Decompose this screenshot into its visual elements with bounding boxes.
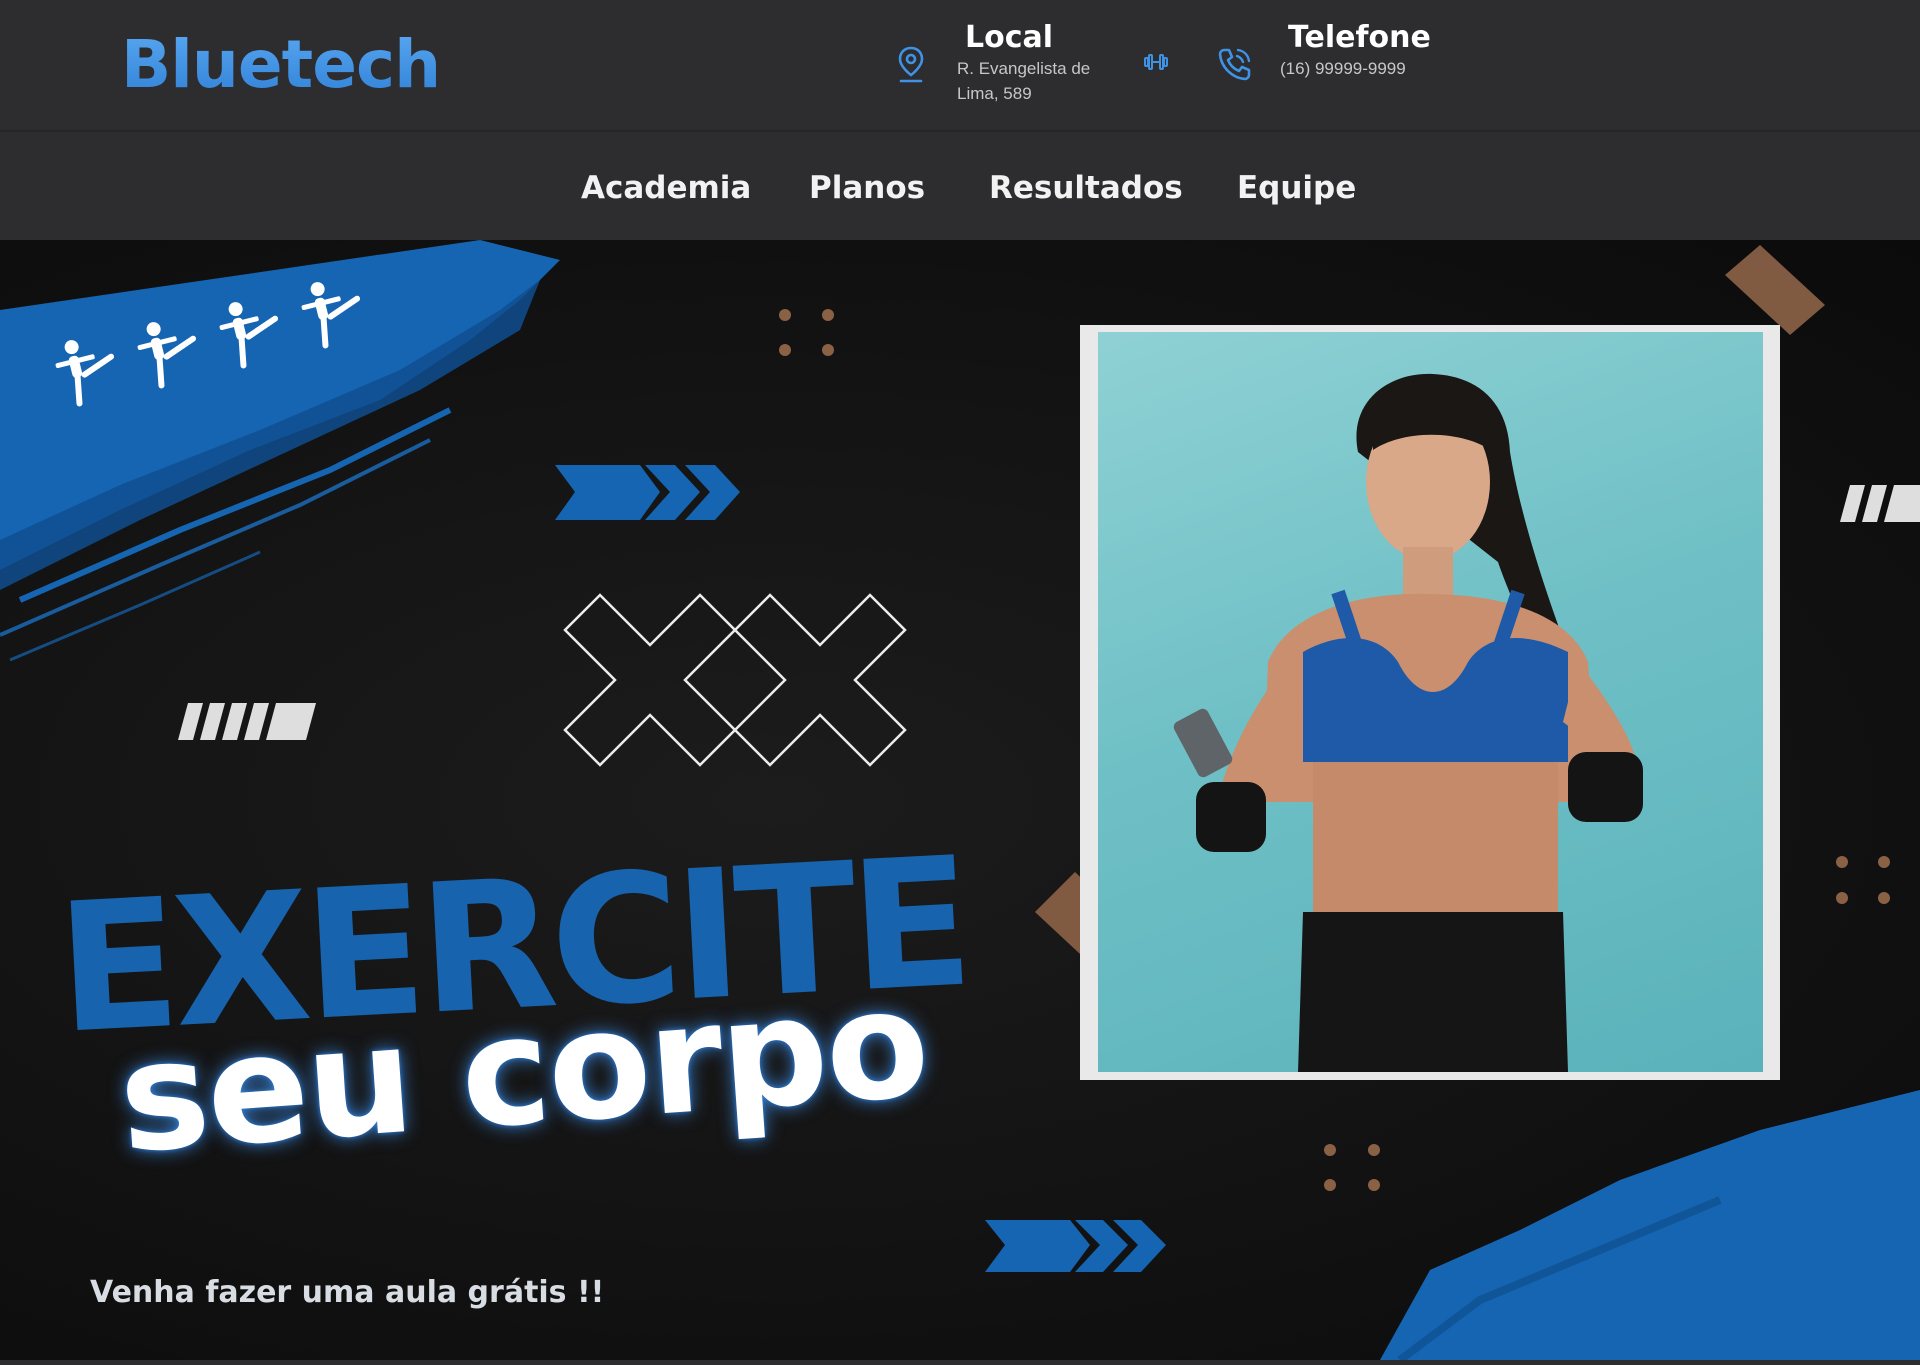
top-bar: Bluetech Local R. Evangelista de Lima, 5… [0, 0, 1920, 132]
phone-number[interactable]: (16) 99999-9999 [1280, 56, 1431, 81]
phone-title: Telefone [1288, 20, 1431, 55]
hero-banner: EXERCITE seu corpo Venha fazer uma aula … [0, 240, 1920, 1360]
hero-tagline: Venha fazer uma aula grátis !! [90, 1275, 605, 1310]
x-outline-shapes [563, 593, 907, 767]
main-nav: Academia Planos Resultados Equipe [0, 132, 1920, 240]
blue-brush-stroke-top [0, 240, 560, 662]
woman-with-phone-image [1173, 373, 1643, 1072]
blue-brush-stroke-bottom [1380, 1090, 1920, 1360]
brand-logo[interactable]: Bluetech [121, 26, 441, 104]
nav-item-planos[interactable]: Planos [809, 168, 925, 208]
nav-item-academia[interactable]: Academia [581, 168, 751, 208]
hero-photo [1098, 332, 1763, 1072]
nav-item-resultados[interactable]: Resultados [989, 168, 1183, 208]
dumbbell-icon [1143, 52, 1169, 76]
contact-local: Local R. Evangelista de Lima, 589 [957, 20, 1117, 106]
phone-icon [1216, 44, 1254, 88]
local-address-line-2: Lima, 589 [957, 84, 1032, 103]
map-pin-icon [895, 44, 927, 88]
local-address-line-1: R. Evangelista de [957, 59, 1091, 78]
contact-phone: Telefone (16) 99999-9999 [1280, 20, 1440, 81]
nav-item-equipe[interactable]: Equipe [1237, 168, 1356, 208]
local-title: Local [965, 20, 1054, 55]
